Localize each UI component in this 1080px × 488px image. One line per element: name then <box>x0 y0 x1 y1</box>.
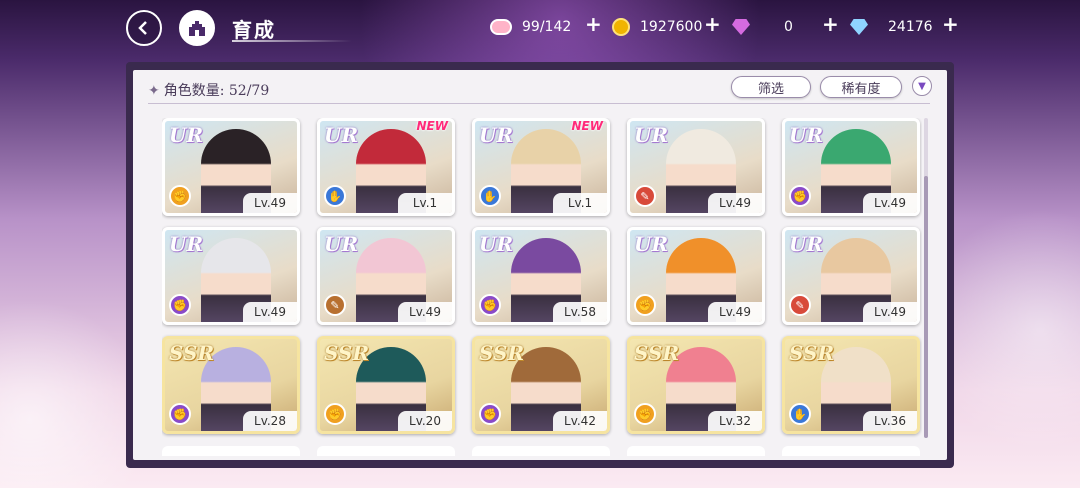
attribute-orange-icon: ✊ <box>169 185 191 207</box>
rarity-label: UR <box>479 123 514 147</box>
character-card[interactable]: UR ✊ Lv.49 <box>627 227 765 325</box>
character-card[interactable]: UR ✊ Lv.58 <box>472 227 610 325</box>
attribute-orange-icon: ✊ <box>634 294 656 316</box>
character-card[interactable]: SSR ✊ Lv.28 <box>162 336 300 434</box>
rarity-label: UR <box>479 232 514 256</box>
level-label: Lv.49 <box>243 193 297 213</box>
stamina-value: 99/142 <box>522 19 572 35</box>
character-card[interactable]: UR NEW ✋ Lv.1 <box>317 118 455 216</box>
character-card[interactable]: UR NEW ✋ Lv.1 <box>472 118 610 216</box>
rarity-sort-button[interactable]: 稀有度 <box>820 76 902 98</box>
candy-icon <box>490 19 512 35</box>
character-card[interactable]: UR ✎ Lv.49 <box>627 118 765 216</box>
attribute-orange-icon: ✊ <box>324 403 346 425</box>
attribute-brown-icon: ✎ <box>324 294 346 316</box>
level-label: Lv.49 <box>863 302 917 322</box>
level-label: Lv.1 <box>398 193 452 213</box>
level-label: Lv.49 <box>398 302 452 322</box>
card-peek <box>782 446 920 456</box>
card-peek <box>627 446 765 456</box>
sort-order-icon[interactable]: ▼ <box>912 76 932 96</box>
character-card[interactable]: UR ✎ Lv.49 <box>782 227 920 325</box>
card-peek <box>472 446 610 456</box>
rarity-label: UR <box>634 232 669 256</box>
level-label: Lv.36 <box>863 411 917 431</box>
blue-gem-icon <box>850 19 868 35</box>
rarity-label: SSR <box>634 341 680 365</box>
level-label: Lv.49 <box>708 193 762 213</box>
level-label: Lv.32 <box>708 411 762 431</box>
paid-gem-value: 0 <box>784 19 793 35</box>
add-stamina-button[interactable]: + <box>585 12 602 36</box>
stamina-counter: 99/142 + <box>490 12 602 40</box>
rarity-label: SSR <box>789 341 835 365</box>
sparkle-icon: ✦ <box>148 83 160 99</box>
card-peek <box>162 446 300 456</box>
character-card[interactable]: UR ✊ Lv.49 <box>782 118 920 216</box>
attribute-red-icon: ✎ <box>634 185 656 207</box>
back-arrow-icon[interactable] <box>126 10 162 46</box>
attribute-purple-icon: ✊ <box>169 403 191 425</box>
new-badge: NEW <box>416 119 448 133</box>
level-label: Lv.42 <box>553 411 607 431</box>
character-count: ✦ 角色数量: 52/79 <box>148 80 269 100</box>
rarity-label: SSR <box>169 341 215 365</box>
attribute-red-icon: ✎ <box>789 294 811 316</box>
add-coin-button[interactable]: + <box>704 12 721 36</box>
rarity-label: SSR <box>479 341 525 365</box>
card-peek <box>317 446 455 456</box>
character-card[interactable]: SSR ✊ Lv.32 <box>627 336 765 434</box>
coin-counter: 1927600 + <box>612 12 721 40</box>
character-card[interactable]: SSR ✋ Lv.36 <box>782 336 920 434</box>
scrollbar-thumb[interactable] <box>924 176 928 438</box>
coin-icon <box>612 18 630 36</box>
coin-value: 1927600 <box>640 19 703 35</box>
rarity-label: UR <box>169 123 204 147</box>
add-paid-gem-button[interactable]: + <box>822 12 839 36</box>
rarity-label: UR <box>169 232 204 256</box>
level-label: Lv.49 <box>708 302 762 322</box>
character-card[interactable]: SSR ✊ Lv.20 <box>317 336 455 434</box>
level-label: Lv.1 <box>553 193 607 213</box>
level-label: Lv.28 <box>243 411 297 431</box>
new-badge: NEW <box>571 119 603 133</box>
attribute-blue-icon: ✋ <box>789 403 811 425</box>
attribute-blue-icon: ✋ <box>479 185 501 207</box>
level-label: Lv.20 <box>398 411 452 431</box>
rarity-label: UR <box>789 123 824 147</box>
level-label: Lv.49 <box>863 193 917 213</box>
divider <box>148 103 930 104</box>
attribute-blue-icon: ✋ <box>324 185 346 207</box>
add-free-gem-button[interactable]: + <box>942 12 959 36</box>
level-label: Lv.49 <box>243 302 297 322</box>
free-gem-counter: 24176 + <box>850 12 959 40</box>
character-card[interactable]: UR ✊ Lv.49 <box>162 118 300 216</box>
character-card[interactable]: UR ✎ Lv.49 <box>317 227 455 325</box>
level-label: Lv.58 <box>553 302 607 322</box>
character-card[interactable]: UR ✊ Lv.49 <box>162 227 300 325</box>
page-title: 育成 <box>232 18 276 42</box>
rarity-label: UR <box>324 123 359 147</box>
title-underline <box>232 40 352 42</box>
rarity-label: UR <box>634 123 669 147</box>
character-count-text: 角色数量: 52/79 <box>163 83 270 99</box>
top-bar: 育成 99/142 + 1927600 + 0 + 24176 + <box>0 0 1080 56</box>
attribute-orange-icon: ✊ <box>634 403 656 425</box>
character-grid: UR ✊ Lv.49 UR NEW ✋ Lv.1 UR NEW ✋ Lv.1 UR ✎ Lv.49 UR ✊ L… <box>162 118 922 448</box>
attribute-purple-icon: ✊ <box>169 294 191 316</box>
attribute-purple-icon: ✊ <box>789 185 811 207</box>
pink-gem-icon <box>732 19 750 35</box>
free-gem-value: 24176 <box>888 19 933 35</box>
character-card[interactable]: SSR ✊ Lv.42 <box>472 336 610 434</box>
attribute-purple-icon: ✊ <box>479 403 501 425</box>
attribute-purple-icon: ✊ <box>479 294 501 316</box>
rarity-label: SSR <box>324 341 370 365</box>
paid-gem-counter: 0 + <box>732 12 839 40</box>
rarity-label: UR <box>324 232 359 256</box>
filter-button[interactable]: 筛选 <box>731 76 811 98</box>
castle-icon[interactable] <box>179 10 215 46</box>
rarity-label: UR <box>789 232 824 256</box>
